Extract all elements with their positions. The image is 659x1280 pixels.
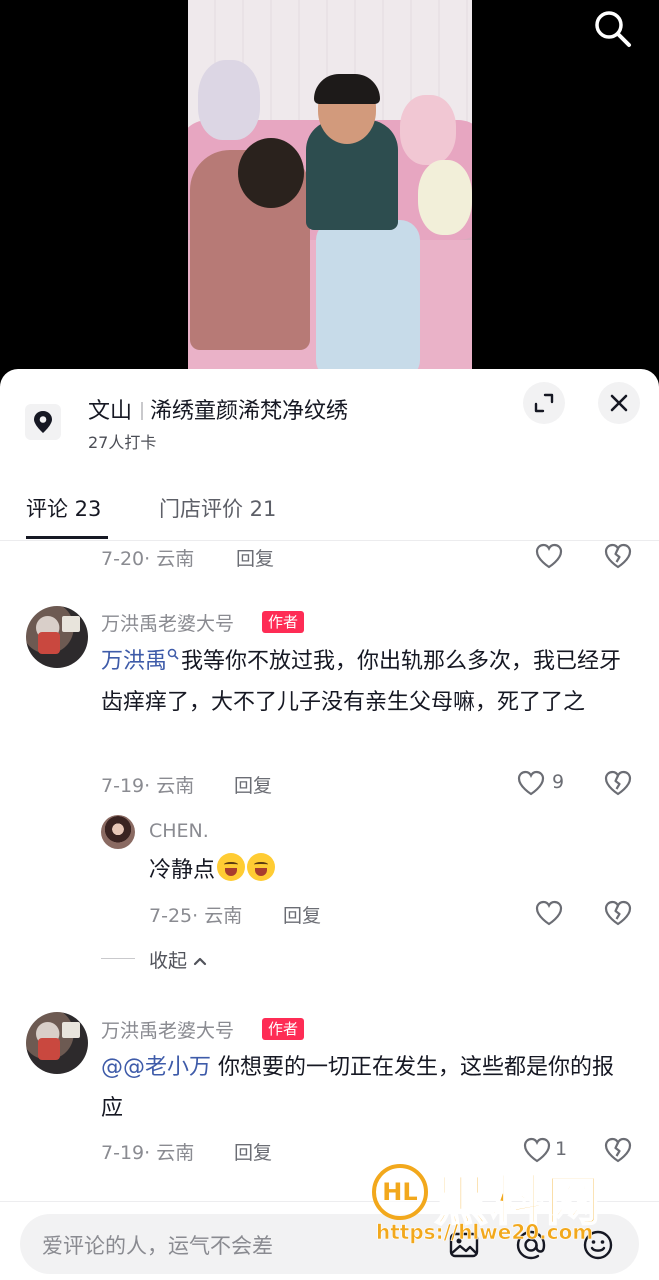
expand-button[interactable] xyxy=(523,382,565,424)
reply-text: 冷静点 xyxy=(149,850,609,891)
reply-author[interactable]: CHEN. xyxy=(149,820,209,842)
author-badge: 作者 xyxy=(262,611,305,633)
comment-author[interactable]: 万洪禹老婆大号 xyxy=(101,609,234,636)
comment-meta: 7-19· 云南 xyxy=(101,1142,195,1164)
author-badge: 作者 xyxy=(262,1018,305,1040)
mention-link[interactable]: 万洪禹 xyxy=(101,648,181,674)
reply-button[interactable]: 回复 xyxy=(234,771,272,798)
location-pin-icon xyxy=(25,404,61,440)
comment-text: 万洪禹 我等你不放过我，你出轨那么多次，我已经牙齿痒痒了，大不了儿子没有亲生父母嘛… xyxy=(101,648,622,715)
location-divider xyxy=(141,402,144,420)
video-plush-toy xyxy=(418,160,472,235)
crying-laughing-emoji xyxy=(247,853,276,881)
tab-comments[interactable]: 评论 23 xyxy=(26,493,101,523)
broken-heart-icon[interactable] xyxy=(603,898,633,928)
tab-bar: 评论 23 门店评价 21 xyxy=(0,487,659,541)
location-title[interactable]: 文山 浠绣童颜浠梵净纹绣 xyxy=(88,393,348,425)
comment-author[interactable]: 万洪禹老婆大号 xyxy=(101,1016,234,1043)
expand-icon xyxy=(534,393,554,413)
avatar[interactable] xyxy=(26,606,88,668)
avatar[interactable] xyxy=(26,1012,88,1074)
crying-laughing-emoji xyxy=(217,853,246,881)
search-icon[interactable] xyxy=(590,6,634,50)
shop-name: 浠绣童颜浠梵净纹绣 xyxy=(150,399,349,424)
mention-link[interactable]: @@老小万 xyxy=(101,1055,211,1080)
tab-active-indicator xyxy=(26,536,108,539)
video-player[interactable] xyxy=(0,0,659,390)
comment-input-placeholder: 爱评论的人，运气不会差 xyxy=(42,1234,273,1258)
video-plush-toy xyxy=(400,95,456,165)
comment-sheet: 文山 浠绣童颜浠梵净纹绣 27人打卡 评论 23 门店评价 21 7-20· 云南… xyxy=(0,369,659,1280)
collapse-divider xyxy=(101,958,135,959)
reply-meta: 7-25· 云南 xyxy=(149,905,243,927)
comment-list[interactable]: 7-20· 云南 回复 万洪禹老婆大号 作者 万洪禹 我等你不放过我，你出轨那么多… xyxy=(0,541,659,1201)
comment-meta: 7-19· 云南 xyxy=(101,775,195,797)
video-person-hair xyxy=(314,74,380,104)
reply-button[interactable]: 回复 xyxy=(236,544,274,571)
collapse-replies-button[interactable]: 收起 xyxy=(149,946,207,973)
chevron-up-icon xyxy=(193,957,207,966)
checkin-count: 27人打卡 xyxy=(88,433,157,452)
close-button[interactable] xyxy=(598,382,640,424)
heart-icon[interactable] xyxy=(534,541,564,571)
comment-meta: 7-20· 云南 xyxy=(101,548,195,570)
avatar[interactable] xyxy=(101,815,135,849)
close-icon xyxy=(610,394,628,412)
reply-button[interactable]: 回复 xyxy=(283,901,321,928)
watermark-url: https://hlwe20.com xyxy=(376,1220,594,1245)
heart-icon[interactable] xyxy=(534,898,564,928)
reply-button[interactable]: 回复 xyxy=(234,1138,272,1165)
like-count: 9 xyxy=(552,771,565,793)
video-person-legs xyxy=(316,220,420,380)
watermark: HL 黑料网 https://hlwe20.com xyxy=(372,1158,652,1248)
tab-store-reviews[interactable]: 门店评价 21 xyxy=(159,493,276,523)
broken-heart-icon[interactable] xyxy=(603,541,633,571)
heart-icon[interactable] xyxy=(516,768,546,798)
location-city: 文山 xyxy=(88,399,133,424)
comment-text: @@老小万 你想要的一切正在发生，这些都是你的报应 xyxy=(101,1055,615,1121)
search-icon xyxy=(167,648,179,660)
video-plush-toy xyxy=(198,60,260,140)
video-frame[interactable] xyxy=(188,0,472,390)
watermark-logo: HL xyxy=(372,1164,428,1220)
broken-heart-icon[interactable] xyxy=(603,768,633,798)
video-person-head xyxy=(238,138,304,208)
